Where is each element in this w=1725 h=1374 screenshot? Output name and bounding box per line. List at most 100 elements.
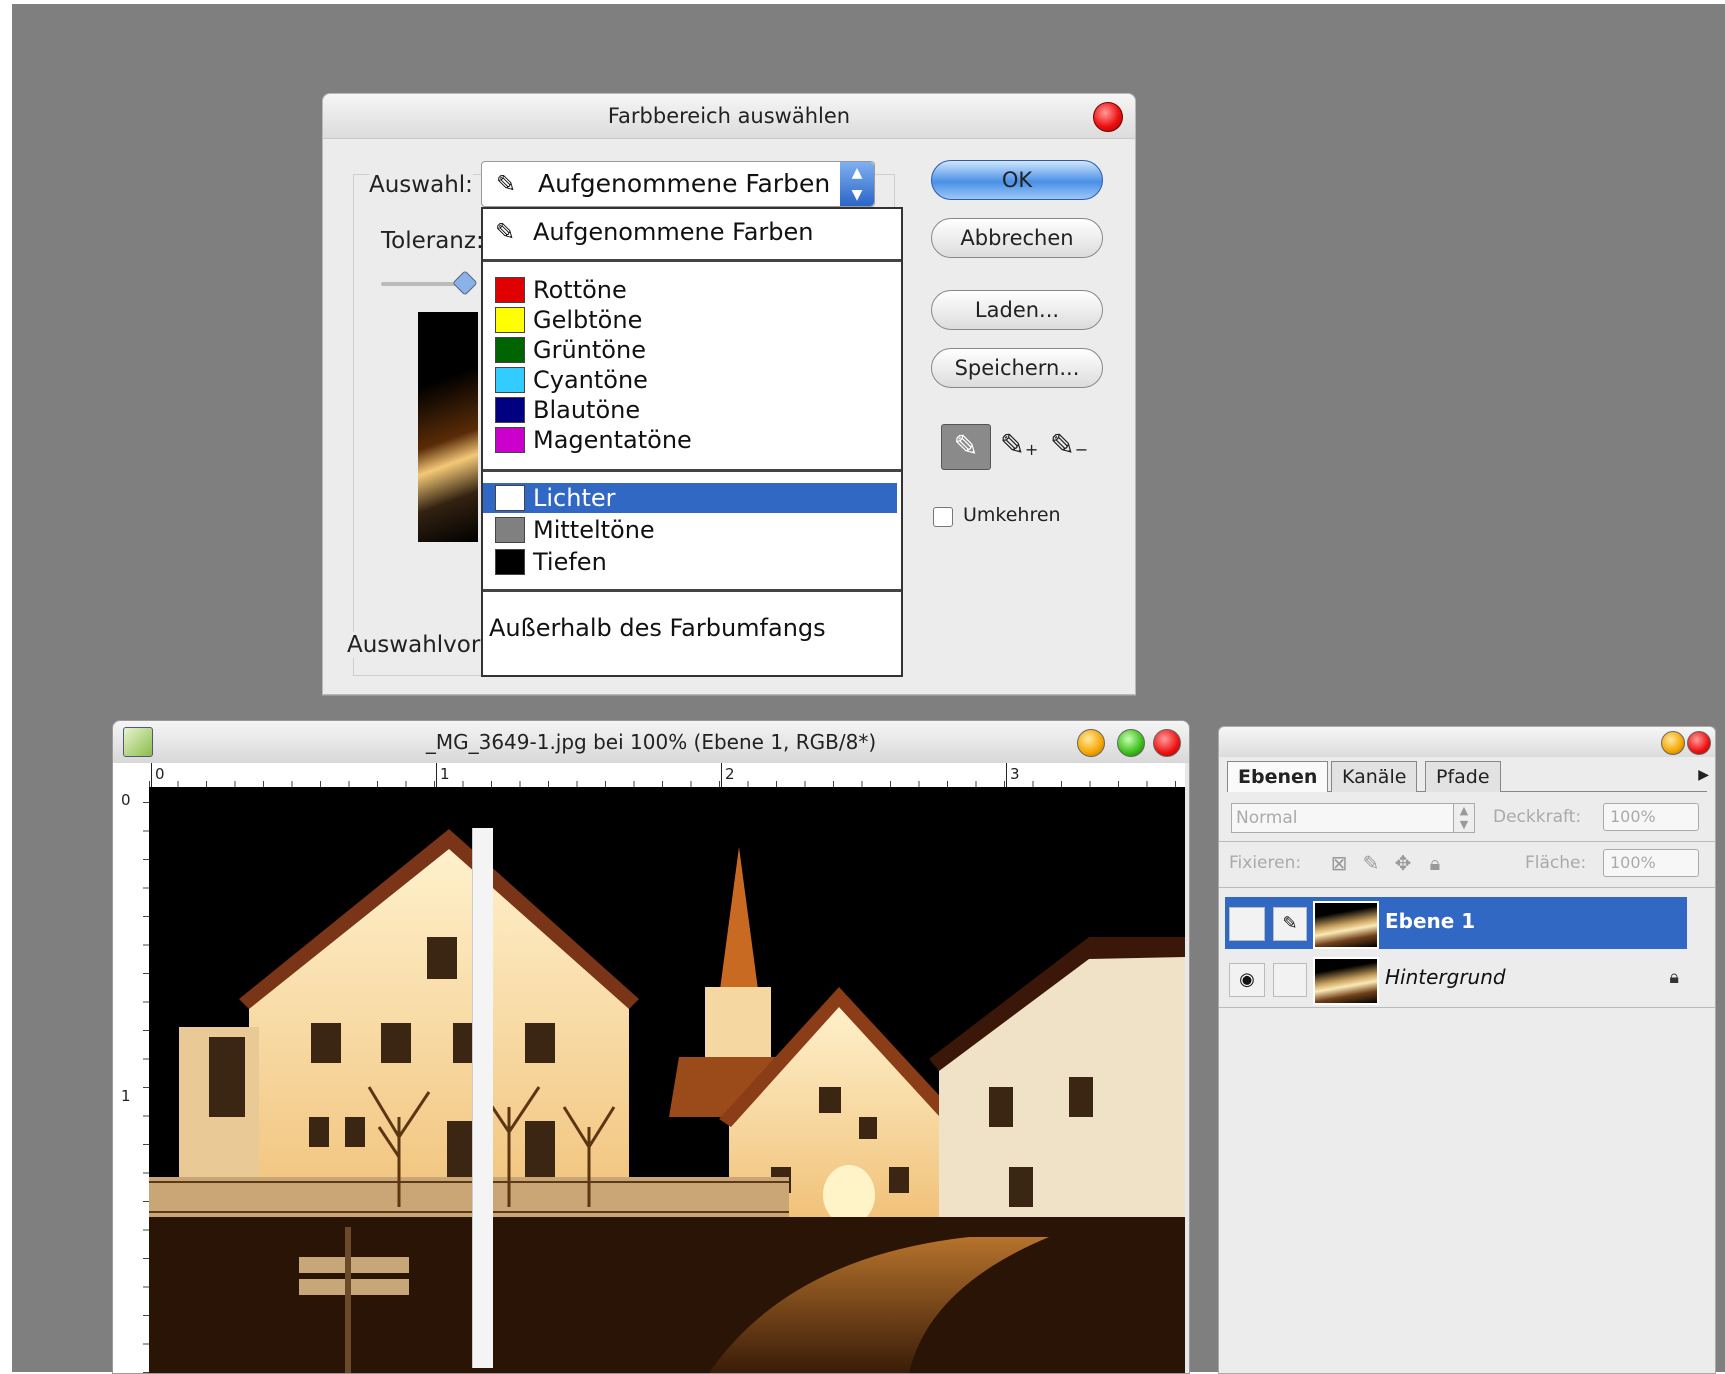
option-cyans[interactable]: Cyantöne <box>491 365 891 395</box>
divider <box>1219 841 1715 842</box>
fill-field[interactable]: 100% <box>1603 849 1699 877</box>
panel-minimize-button[interactable] <box>1661 731 1685 755</box>
tab-channels[interactable]: Kanäle <box>1331 761 1418 792</box>
blend-mode-select[interactable]: Normal <box>1231 803 1467 833</box>
selection-preview-image <box>418 312 478 542</box>
select-dropdown-list: ✎ Aufgenommene Farben Rottöne Gelbtöne G… <box>481 207 903 677</box>
separator <box>483 469 901 472</box>
ruler-label: 2 <box>725 765 735 783</box>
visibility-toggle[interactable] <box>1229 907 1265 941</box>
ruler-major-tick <box>721 763 722 787</box>
cancel-button[interactable]: Abbrechen <box>931 218 1103 258</box>
divider <box>1219 887 1715 888</box>
ruler-label: 3 <box>1010 765 1020 783</box>
ruler-label: 0 <box>155 765 165 783</box>
select-label: Auswahl: <box>369 172 473 198</box>
updown-arrows-icon: ▲ ▼ <box>840 162 874 206</box>
layer-row-ebene-1[interactable]: ✎ Ebene 1 <box>1225 897 1687 949</box>
eyedropper-icon: ✎ <box>496 170 517 198</box>
lock-position-move-icon[interactable]: ✥ <box>1391 851 1415 875</box>
tab-layers[interactable]: Ebenen <box>1227 761 1329 792</box>
white-swatch <box>495 485 525 511</box>
red-swatch <box>495 277 525 303</box>
option-reds[interactable]: Rottöne <box>491 275 891 305</box>
eyedropper-icon: ✎ <box>495 218 516 246</box>
ruler-label: 0 <box>121 791 131 809</box>
document-icon <box>123 727 153 757</box>
option-sampled-colors[interactable]: ✎ Aufgenommene Farben <box>491 217 891 247</box>
green-swatch <box>495 337 525 363</box>
yellow-swatch <box>495 307 525 333</box>
lock-icon: 🔒︎ <box>1669 967 1679 988</box>
layer-thumbnail <box>1313 901 1379 949</box>
tab-paths[interactable]: Pfade <box>1425 761 1501 792</box>
link-box[interactable] <box>1273 963 1307 997</box>
ruler-origin[interactable] <box>113 763 150 788</box>
option-magentas[interactable]: Magentatöne <box>491 425 891 455</box>
option-midtones[interactable]: Mitteltöne <box>491 515 891 545</box>
layer-name: Hintergrund <box>1385 965 1506 989</box>
layers-panel: Ebenen Kanäle Pfade ▶ Normal ▲ ▼ Deckkraf… <box>1218 726 1716 1374</box>
load-button[interactable]: Laden... <box>931 290 1103 330</box>
ruler-label: 1 <box>440 765 450 783</box>
brush-icon[interactable]: ✎ <box>1273 907 1307 941</box>
panel-menu-arrow-icon[interactable]: ▶ <box>1698 767 1709 783</box>
tolerance-label: Toleranz: <box>381 228 484 254</box>
cyan-swatch <box>495 367 525 393</box>
separator <box>483 259 901 262</box>
vertical-ruler[interactable] <box>113 787 150 1373</box>
layer-name: Ebene 1 <box>1385 909 1476 933</box>
select-value: Aufgenommene Farben <box>538 169 831 198</box>
eyedropper-plus-icon[interactable]: ✎+ <box>995 424 1043 468</box>
option-highlights[interactable]: Lichter <box>483 483 897 513</box>
divider <box>1219 1007 1715 1008</box>
ok-button[interactable]: OK <box>931 160 1103 200</box>
fill-label: Fläche: <box>1525 853 1587 873</box>
option-yellows[interactable]: Gelbtöne <box>491 305 891 335</box>
lock-image-brush-icon[interactable]: ✎ <box>1359 851 1383 875</box>
layers-scrollbar[interactable] <box>472 828 493 1368</box>
image-canvas[interactable] <box>149 787 1185 1373</box>
layer-thumbnail <box>1313 957 1379 1005</box>
ruler-major-tick <box>151 763 152 787</box>
separator <box>483 589 901 592</box>
panel-titlebar <box>1219 727 1715 757</box>
color-range-dialog: Farbbereich auswählen Auswahl: ✎ Aufgeno… <box>322 93 1136 695</box>
save-button[interactable]: Speichern... <box>931 348 1103 388</box>
select-dropdown[interactable]: ✎ Aufgenommene Farben ▲ ▼ <box>481 161 875 207</box>
eyedropper-tool-icon[interactable]: ✎ <box>941 424 991 470</box>
invert-label: Umkehren <box>963 504 1061 526</box>
opacity-label: Deckkraft: <box>1493 807 1582 827</box>
panel-tabs: Ebenen Kanäle Pfade <box>1227 761 1707 792</box>
dialog-title: Farbbereich auswählen <box>323 94 1135 139</box>
eye-icon[interactable]: ◉ <box>1229 963 1265 997</box>
ruler-major-tick <box>1006 763 1007 787</box>
horizontal-ruler[interactable] <box>149 763 1185 788</box>
document-window: _MG_3649-1.jpg bei 100% (Ebene 1, RGB/8*… <box>112 720 1190 1374</box>
magenta-swatch <box>495 427 525 453</box>
close-button[interactable] <box>1153 729 1181 757</box>
dialog-close-button[interactable] <box>1093 102 1123 132</box>
ruler-major-tick <box>436 763 437 787</box>
lock-label: Fixieren: <box>1229 853 1302 873</box>
maximize-button[interactable] <box>1117 729 1145 757</box>
ruler-label: 1 <box>121 1087 131 1105</box>
black-swatch <box>495 549 525 575</box>
screen: Farbbereich auswählen Auswahl: ✎ Aufgeno… <box>0 0 1725 1374</box>
lock-transparency-icon[interactable]: ⊠ <box>1327 851 1351 875</box>
night-street-photo <box>149 787 1185 1373</box>
lock-all-padlock-icon[interactable]: 🔒︎ <box>1423 851 1447 875</box>
opacity-field[interactable]: 100% <box>1603 803 1699 831</box>
updown-arrows-icon[interactable]: ▲ ▼ <box>1453 803 1475 833</box>
option-blues[interactable]: Blautöne <box>491 395 891 425</box>
option-shadows[interactable]: Tiefen <box>491 547 891 577</box>
layer-row-hintergrund[interactable]: ◉ Hintergrund 🔒︎ <box>1225 953 1687 1005</box>
document-title: _MG_3649-1.jpg bei 100% (Ebene 1, RGB/8*… <box>113 721 1189 763</box>
panel-close-button[interactable] <box>1687 731 1711 755</box>
eyedropper-minus-icon[interactable]: ✎− <box>1045 424 1093 468</box>
option-out-of-gamut[interactable]: Außerhalb des Farbumfangs <box>489 613 889 643</box>
option-greens[interactable]: Grüntöne <box>491 335 891 365</box>
minimize-button[interactable] <box>1077 729 1105 757</box>
blue-swatch <box>495 397 525 423</box>
invert-checkbox[interactable] <box>933 507 953 527</box>
